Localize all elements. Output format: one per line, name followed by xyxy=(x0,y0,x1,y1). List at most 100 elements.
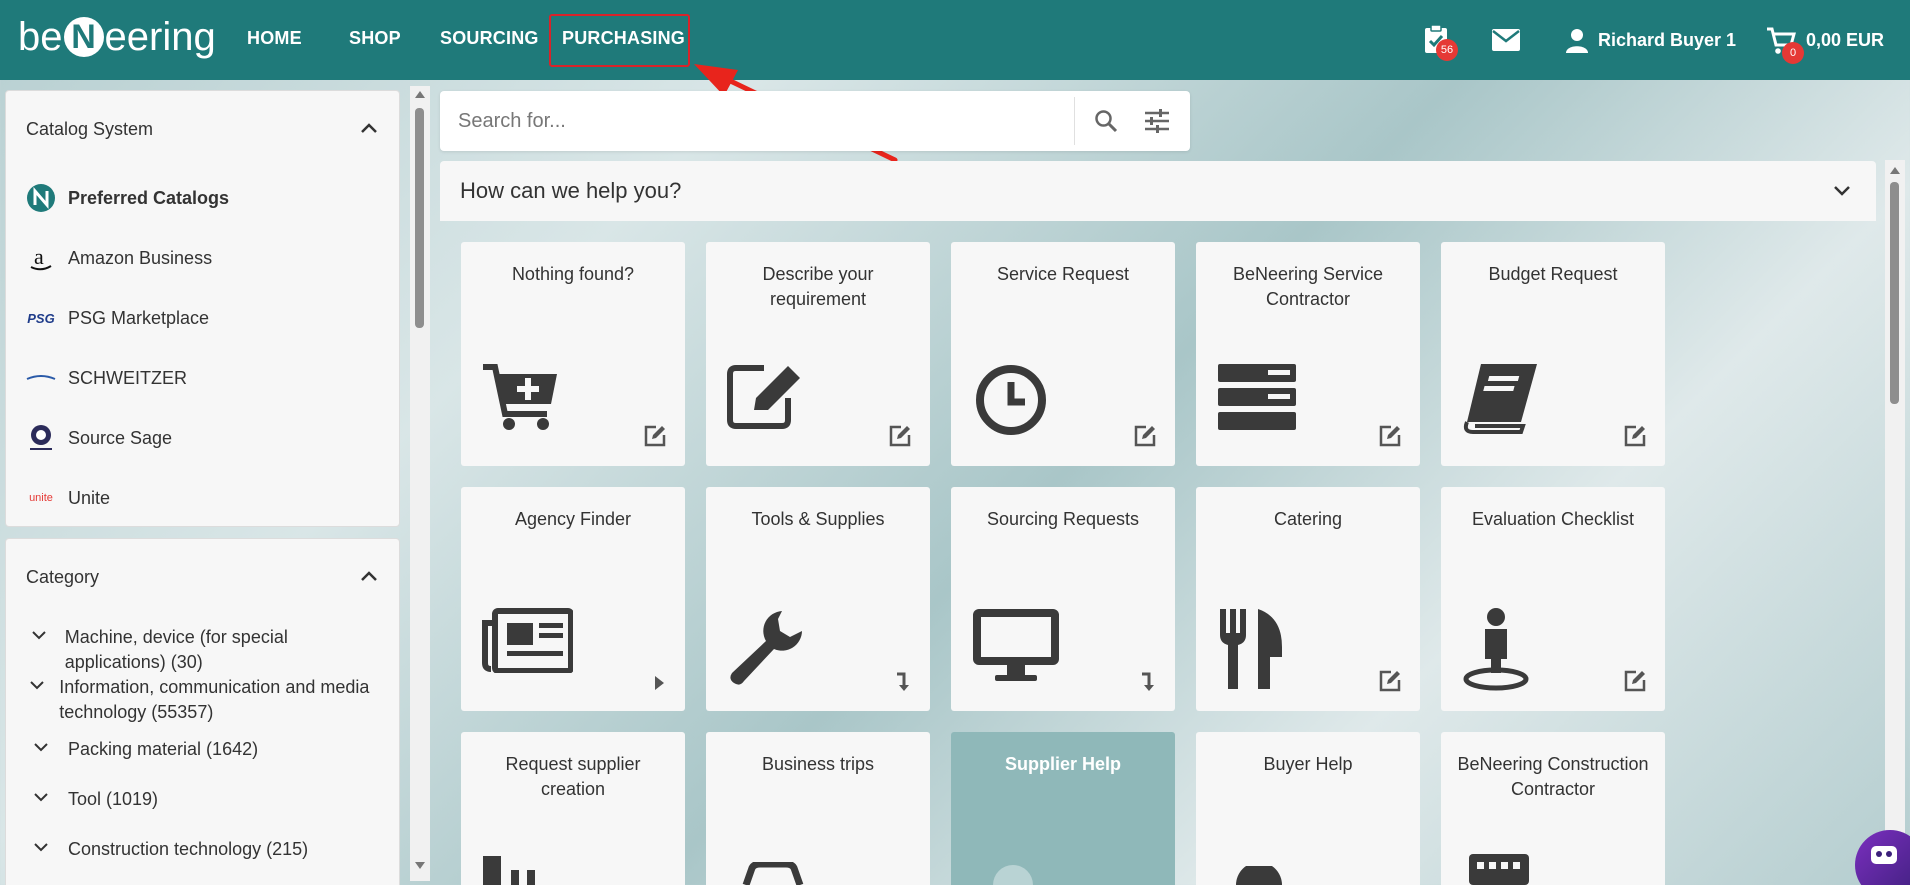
psg-logo: PSG xyxy=(27,310,55,326)
tile-tools-supplies[interactable]: Tools & Supplies xyxy=(706,487,930,711)
chatbot-launcher[interactable] xyxy=(1855,830,1910,885)
search-bar xyxy=(440,91,1190,151)
unite-logo: unite xyxy=(29,492,53,504)
category-item[interactable]: Tool (1019) xyxy=(26,787,391,812)
edit-icon[interactable] xyxy=(1623,424,1647,448)
catalog-item-source-sage[interactable]: Source Sage xyxy=(26,423,172,453)
purchasing-highlight-box xyxy=(549,14,690,67)
tile-beneering-service-contractor[interactable]: BeNeering Service Contractor xyxy=(1196,242,1420,466)
tile-title: Business trips xyxy=(761,754,875,774)
tile-business-trips[interactable]: Business trips xyxy=(706,732,930,885)
tile-title: Budget Request xyxy=(1488,264,1618,284)
tile-nothing-found[interactable]: Nothing found? xyxy=(461,242,685,466)
help-section-header[interactable]: How can we help you? xyxy=(440,161,1876,221)
catalog-item-amazon[interactable]: a Amazon Business xyxy=(26,243,212,273)
category-item[interactable]: Information, communication and media tec… xyxy=(26,675,391,725)
category-item-label: Information, communication and media tec… xyxy=(59,677,370,722)
user-icon xyxy=(1566,29,1588,53)
edit-icon[interactable] xyxy=(643,424,667,448)
source-sage-logo xyxy=(26,423,56,453)
top-navigation-bar: be Neering HOME SHOP SOURCING PURCHASING … xyxy=(0,0,1910,80)
chevron-down-icon[interactable] xyxy=(1834,186,1850,196)
edit-icon[interactable] xyxy=(1133,424,1157,448)
tile-describe-requirement[interactable]: Describe your requirement xyxy=(706,242,930,466)
chevron-up-icon[interactable] xyxy=(361,123,377,133)
catalog-item-schweitzer[interactable]: SCHWEITZER xyxy=(26,363,187,393)
scroll-down-arrow-icon[interactable] xyxy=(415,862,425,870)
person-pin-icon xyxy=(1463,608,1529,691)
tile-service-request[interactable]: Service Request xyxy=(951,242,1175,466)
scroll-up-arrow-icon[interactable] xyxy=(1890,166,1900,174)
category-item[interactable]: Construction technology (215) xyxy=(26,837,391,862)
tile-evaluation-checklist[interactable]: Evaluation Checklist xyxy=(1441,487,1665,711)
server-icon xyxy=(1218,364,1296,430)
chevron-up-icon[interactable] xyxy=(361,571,377,581)
user-name[interactable]: Richard Buyer 1 xyxy=(1598,30,1736,51)
car-icon xyxy=(742,862,804,885)
tile-title: Agency Finder xyxy=(514,509,632,529)
catalog-item-unite[interactable]: unite Unite xyxy=(26,483,110,513)
tile-agency-finder[interactable]: Agency Finder xyxy=(461,487,685,711)
tile-budget-request[interactable]: Budget Request xyxy=(1441,242,1665,466)
tile-title: BeNeering Construction Contractor xyxy=(1457,754,1649,799)
mail-icon xyxy=(1492,29,1520,51)
cart-total[interactable]: 0,00 EUR xyxy=(1806,30,1884,51)
return-icon[interactable] xyxy=(894,671,912,693)
tile-title: Catering xyxy=(1273,509,1343,529)
chevron-down-icon[interactable] xyxy=(26,625,53,640)
nav-home[interactable]: HOME xyxy=(247,28,302,49)
play-icon[interactable] xyxy=(651,673,667,693)
logo-n-mark: N xyxy=(63,17,104,57)
category-item-label: Construction technology (215) xyxy=(68,839,309,859)
user-menu[interactable] xyxy=(1566,29,1588,58)
tile-title: Tools & Supplies xyxy=(751,509,885,529)
chevron-down-icon[interactable] xyxy=(26,737,56,752)
newspaper-icon xyxy=(482,608,573,673)
question-icon xyxy=(993,865,1033,885)
chevron-down-icon[interactable] xyxy=(26,787,56,802)
help-circle-icon xyxy=(1236,866,1282,885)
tile-catering[interactable]: Catering xyxy=(1196,487,1420,711)
catalog-item-psg[interactable]: PSG PSG Marketplace xyxy=(26,303,209,333)
tile-title: BeNeering Service Contractor xyxy=(1232,264,1384,309)
tile-buyer-help[interactable]: Buyer Help xyxy=(1196,732,1420,885)
filter-sliders-icon[interactable] xyxy=(1144,109,1170,133)
search-icon[interactable] xyxy=(1094,109,1118,133)
catalog-item-label: Source Sage xyxy=(68,427,173,448)
messages-button[interactable] xyxy=(1492,29,1520,56)
factory-icon xyxy=(483,856,535,885)
amazon-logo: a xyxy=(26,243,56,273)
main-scrollbar[interactable] xyxy=(1885,160,1905,885)
clock-icon xyxy=(976,365,1046,435)
tile-sourcing-requests[interactable]: Sourcing Requests xyxy=(951,487,1175,711)
sidebar-scrollbar[interactable] xyxy=(410,86,430,881)
return-icon[interactable] xyxy=(1139,671,1157,693)
search-input[interactable] xyxy=(458,105,1058,137)
tile-request-supplier-creation[interactable]: Request supplier creation xyxy=(461,732,685,885)
edit-icon[interactable] xyxy=(888,424,912,448)
catalog-item-preferred[interactable]: Preferred Catalogs xyxy=(26,183,229,213)
main-scroll-thumb[interactable] xyxy=(1890,182,1899,404)
category-item-label: Machine, device (for special application… xyxy=(64,627,288,672)
tile-beneering-construction-contractor[interactable]: BeNeering Construction Contractor xyxy=(1441,732,1665,885)
edit-icon[interactable] xyxy=(1623,669,1647,693)
cart-button[interactable]: 0 xyxy=(1766,27,1804,64)
nav-sourcing[interactable]: SOURCING xyxy=(440,28,539,49)
category-item[interactable]: Machine, device (for special application… xyxy=(26,625,391,675)
svg-text:a: a xyxy=(34,244,44,269)
tile-supplier-help[interactable]: Supplier Help xyxy=(951,732,1175,885)
beneering-logo[interactable]: be Neering xyxy=(18,14,216,60)
chevron-down-icon[interactable] xyxy=(26,837,56,852)
schweitzer-logo xyxy=(26,363,56,393)
tasks-button[interactable]: 56 xyxy=(1422,24,1458,61)
catalog-item-label: Amazon Business xyxy=(68,247,213,268)
category-item[interactable]: Packing material (1642) xyxy=(26,737,391,762)
sidebar-scroll-thumb[interactable] xyxy=(415,108,424,328)
scroll-up-arrow-icon[interactable] xyxy=(415,90,425,98)
nav-shop[interactable]: SHOP xyxy=(349,28,401,49)
edit-icon[interactable] xyxy=(1378,669,1402,693)
building-icon xyxy=(1469,854,1529,885)
chevron-down-icon[interactable] xyxy=(26,675,47,690)
edit-icon[interactable] xyxy=(1378,424,1402,448)
category-title: Category xyxy=(26,567,100,587)
